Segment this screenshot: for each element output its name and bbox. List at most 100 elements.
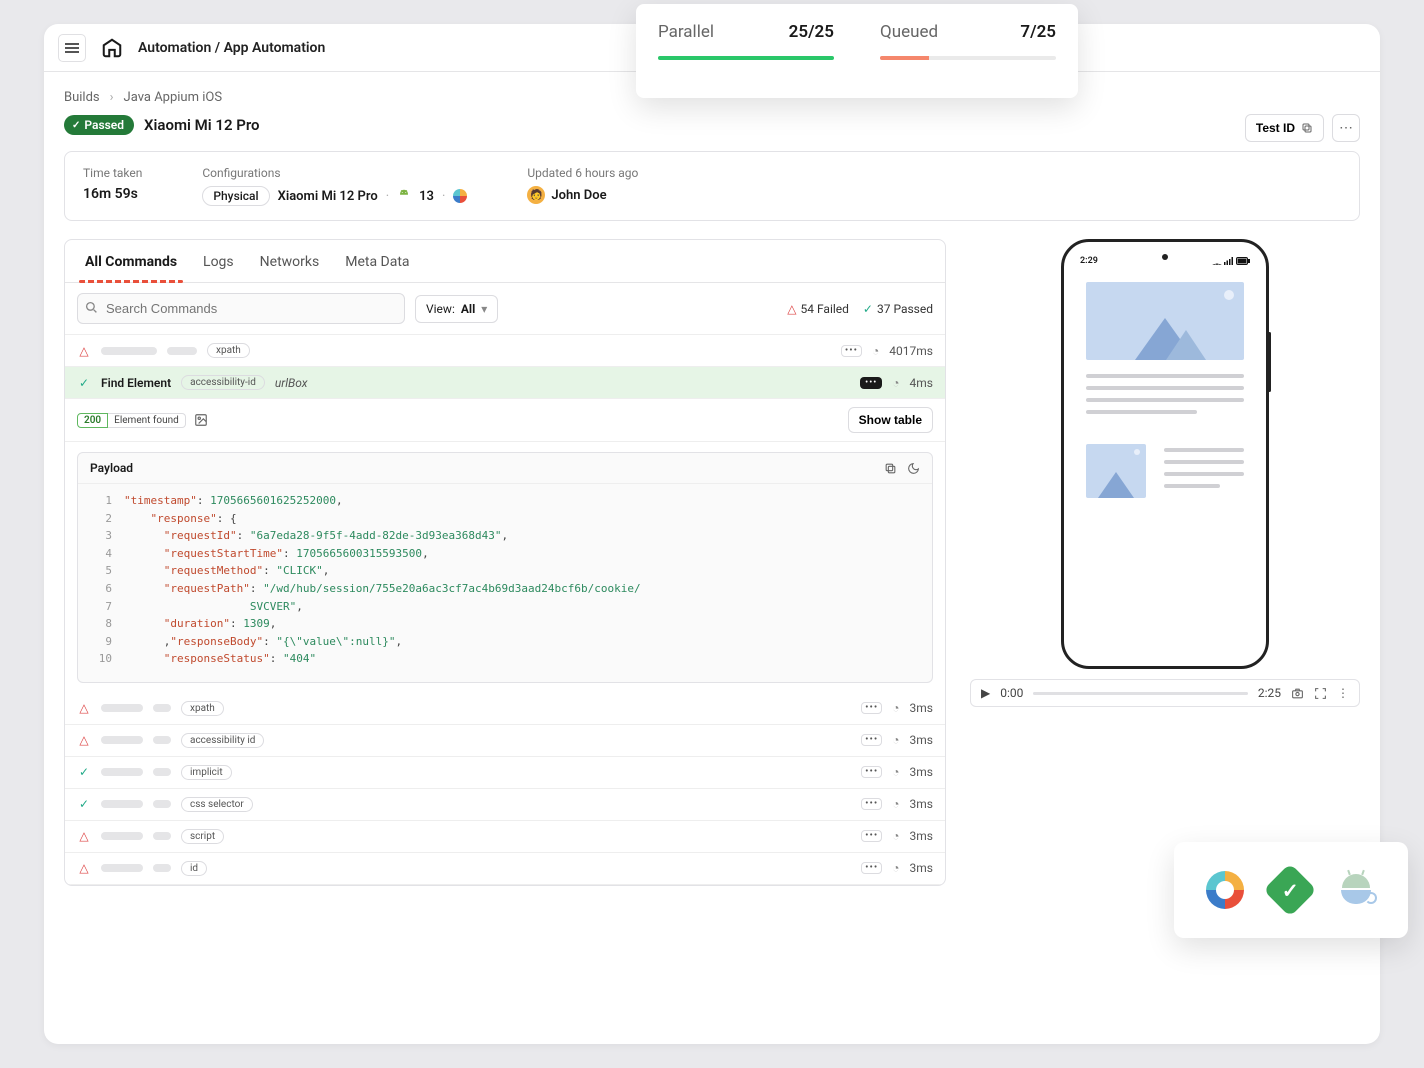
row-duration: 3ms [910, 861, 933, 875]
payload-code: 1"timestamp": 1705665601625252000, 2 "re… [78, 484, 932, 682]
test-id-button[interactable]: Test ID [1245, 114, 1324, 142]
check-icon: ✓ [77, 765, 91, 779]
row-more-icon[interactable]: ••• [861, 734, 882, 746]
row-duration: 3ms [910, 797, 933, 811]
strategy-pill: xpath [207, 343, 250, 358]
seek-bar[interactable] [1033, 692, 1247, 695]
row-more-icon[interactable]: ••• [861, 862, 882, 874]
avatar: 🧑 [527, 186, 545, 204]
strategy-pill: implicit [181, 765, 232, 780]
phone-status-icons [1212, 256, 1250, 266]
row-more-icon[interactable]: ••• [861, 798, 882, 810]
warning-icon: △ [787, 302, 796, 316]
command-row[interactable]: △ id ••• ◔ 3ms [65, 853, 945, 885]
placeholder-image [1086, 282, 1244, 360]
search-input-wrap [77, 293, 405, 324]
camera-icon[interactable] [1291, 687, 1304, 700]
parallel-value: 25/25 [789, 22, 834, 42]
phone-mockup: 2:29 [1061, 239, 1269, 669]
copy-icon [1301, 122, 1313, 134]
show-table-button[interactable]: Show table [848, 407, 933, 433]
warning-icon: △ [77, 701, 91, 715]
command-row[interactable]: △ xpath ••• ◔ 4017ms [65, 335, 945, 367]
strategy-pill: id [181, 861, 207, 876]
check-icon: ✓ [863, 302, 873, 316]
config-label: Configurations [202, 166, 467, 180]
summary-card: Time taken 16m 59s Configurations Physic… [64, 151, 1360, 221]
warning-icon: △ [77, 861, 91, 875]
row-duration: 4017ms [889, 344, 933, 358]
tab-meta-data[interactable]: Meta Data [345, 240, 409, 282]
user-name: John Doe [551, 188, 606, 203]
os-version: 13 [419, 189, 434, 204]
row-more-icon[interactable]: ••• [860, 377, 882, 389]
placeholder-image [1086, 444, 1146, 498]
strategy-pill: accessibility-id [181, 375, 265, 390]
clock-icon: ◔ [872, 344, 879, 358]
crumb-leaf[interactable]: Java Appium iOS [124, 90, 223, 105]
row-more-icon[interactable]: ••• [861, 830, 882, 842]
row-more-icon[interactable]: ••• [861, 766, 882, 778]
row-duration: 3ms [910, 733, 933, 747]
queued-value: 7/25 [1020, 22, 1056, 42]
payload-title: Payload [90, 461, 133, 475]
command-row[interactable]: ✓implicit•••◔3ms [65, 757, 945, 789]
clock-icon: ◔ [892, 797, 899, 811]
copy-icon[interactable] [884, 462, 897, 475]
xcuitest-icon: ✓ [1263, 863, 1317, 917]
command-row-active[interactable]: ✓ Find Element accessibility-id urlBox •… [65, 367, 945, 399]
device-preview: 2:29 [970, 239, 1360, 886]
selector-name: urlBox [275, 376, 308, 390]
failed-count: △ 54 Failed [787, 302, 849, 316]
clock-icon: ◔ [892, 765, 899, 779]
command-row[interactable]: ✓css selector•••◔3ms [65, 789, 945, 821]
player-more-icon[interactable]: ⋮ [1337, 686, 1349, 700]
queue-status-card: Parallel 25/25 Queued 7/25 [636, 4, 1078, 98]
tab-all-commands[interactable]: All Commands [85, 240, 177, 282]
status-badge: Passed [64, 115, 134, 135]
row-duration: 3ms [910, 829, 933, 843]
screenshot-icon[interactable] [194, 413, 208, 427]
search-input[interactable] [77, 293, 405, 324]
command-row[interactable]: △accessibility id•••◔3ms [65, 725, 945, 757]
espresso-icon [1336, 870, 1376, 910]
status-label: Element found [108, 413, 186, 428]
clock-icon: ◔ [892, 829, 899, 843]
updated-label: Updated 6 hours ago [527, 166, 638, 180]
row-more-icon[interactable]: ••• [841, 345, 862, 357]
clock-icon: ◔ [892, 701, 899, 715]
check-icon: ✓ [77, 797, 91, 811]
status-code: 200 [77, 413, 108, 428]
physical-chip: Physical [202, 186, 269, 206]
clock-icon: ◔ [892, 861, 899, 875]
current-time: 0:00 [1000, 686, 1023, 700]
video-player: ▶ 0:00 2:25 ⋮ [970, 679, 1360, 707]
tab-networks[interactable]: Networks [260, 240, 320, 282]
page-title: Xiaomi Mi 12 Pro [144, 116, 260, 134]
chevron-right-icon: › [110, 90, 114, 105]
command-row[interactable]: △script•••◔3ms [65, 821, 945, 853]
command-name: Find Element [101, 376, 171, 390]
view-dropdown[interactable]: View: All ▾ [415, 295, 498, 323]
frameworks-card: ✓ [1174, 842, 1408, 938]
clock-icon: ◔ [892, 376, 899, 390]
row-duration: 4ms [910, 376, 933, 390]
tab-logs[interactable]: Logs [203, 240, 234, 282]
strategy-pill: script [181, 829, 224, 844]
menu-button[interactable] [58, 34, 86, 62]
device-name: Xiaomi Mi 12 Pro [278, 189, 378, 204]
appium-icon [1206, 871, 1244, 909]
warning-icon: △ [77, 733, 91, 747]
fullscreen-icon[interactable] [1314, 687, 1327, 700]
more-button[interactable]: ⋯ [1332, 114, 1360, 142]
row-more-icon[interactable]: ••• [861, 702, 882, 714]
time-taken-label: Time taken [83, 166, 142, 180]
search-icon [85, 301, 98, 314]
command-row[interactable]: △xpath•••◔3ms [65, 693, 945, 725]
strategy-pill: xpath [181, 701, 224, 716]
play-button[interactable]: ▶ [981, 686, 990, 700]
theme-icon[interactable] [907, 462, 920, 475]
crumb-root[interactable]: Builds [64, 90, 100, 105]
commands-panel: All Commands Logs Networks Meta Data [64, 239, 946, 886]
payload-card: Payload 1"timestam [77, 452, 933, 683]
